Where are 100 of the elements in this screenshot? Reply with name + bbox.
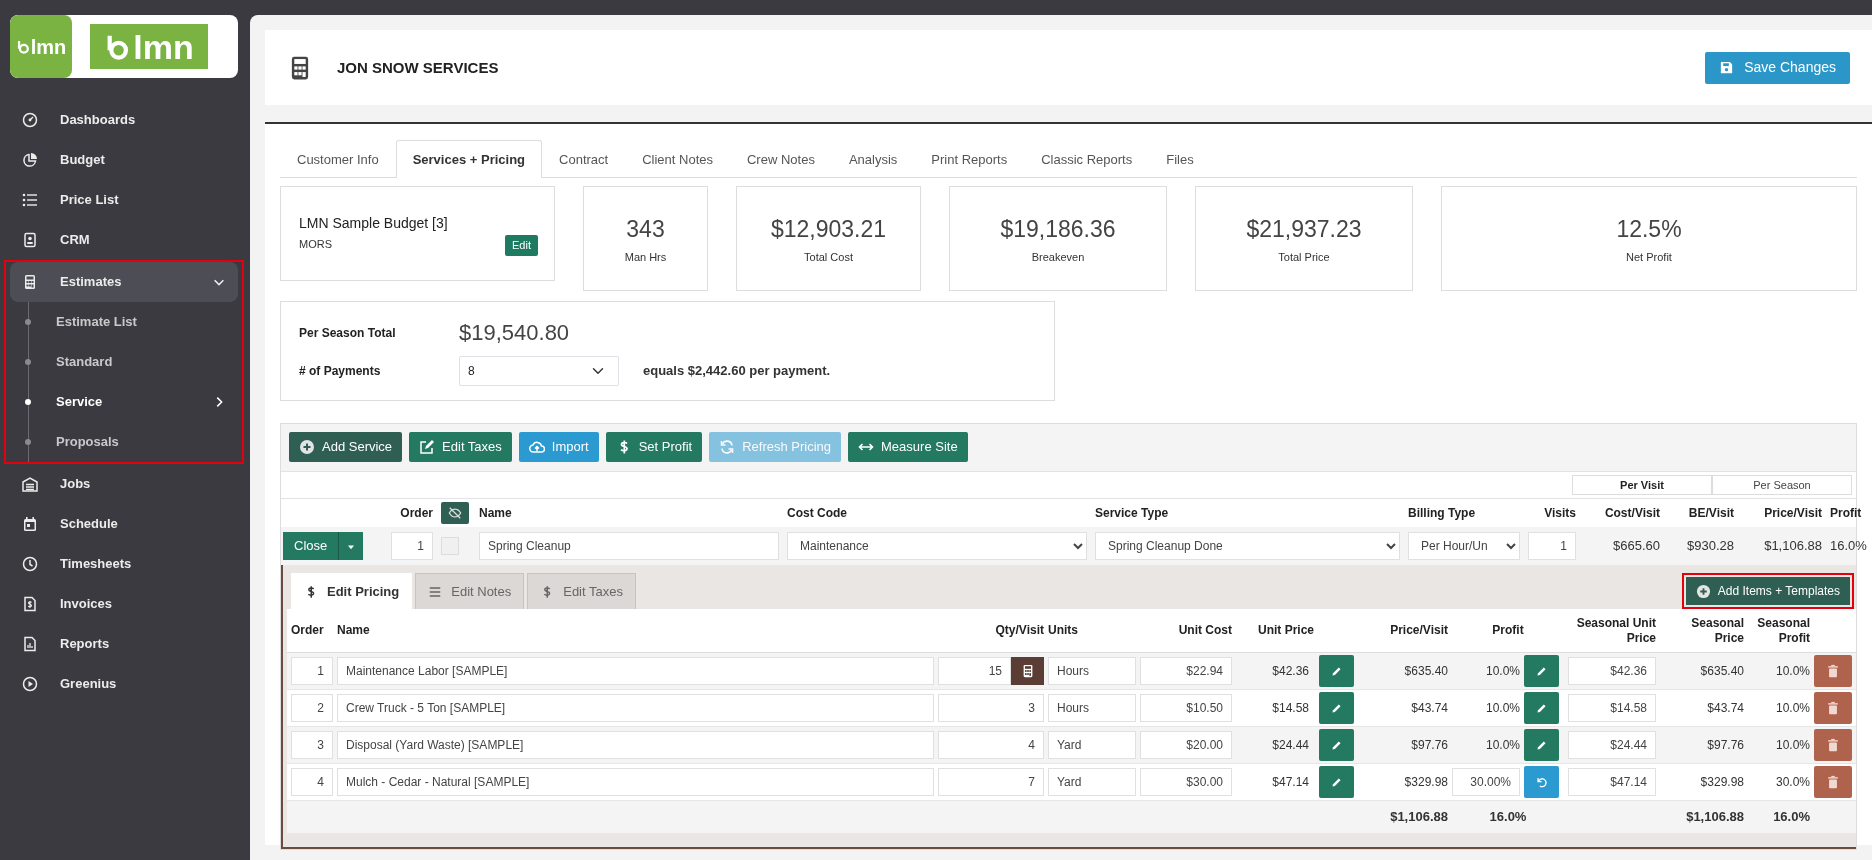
stat-value: $19,186.36 (1000, 215, 1116, 244)
units-field[interactable]: Hours (1048, 694, 1136, 722)
tab[interactable]: Analysis (831, 140, 915, 178)
sidebar-item[interactable]: Timesheets (10, 544, 238, 584)
order-field[interactable]: 2 (291, 694, 333, 722)
tab[interactable]: Contract (542, 140, 626, 178)
billing-type-select[interactable]: Per Hour/Un (1408, 532, 1520, 560)
season-total-value: $19,540.80 (459, 319, 571, 348)
edit-button[interactable] (1524, 729, 1559, 761)
service-type-select[interactable]: Spring Cleanup Done (1095, 532, 1400, 560)
sidebar-item[interactable]: Jobs (10, 464, 238, 504)
gauge-icon (22, 112, 38, 128)
seasonal-unit-price-field[interactable]: $24.44 (1568, 731, 1656, 759)
breakeven-per-visit: $930.28 (1686, 537, 1734, 556)
id-card-icon (22, 232, 38, 248)
edit-button[interactable]: Edit (505, 235, 538, 256)
tab[interactable]: Services + Pricing (395, 140, 543, 178)
sidebar-subitem[interactable]: Standard (10, 342, 238, 382)
stat-label: Man Hrs (624, 249, 667, 265)
sidebar-subitem[interactable]: Proposals (10, 422, 238, 462)
sidebar-item[interactable]: CRM (10, 220, 238, 260)
tab[interactable]: Customer Info (280, 140, 396, 178)
order-field[interactable]: 1 (391, 532, 433, 560)
play-icon (22, 676, 38, 692)
delete-button[interactable] (1814, 766, 1852, 798)
calculator-button[interactable] (1011, 657, 1044, 685)
stat-label: Total Price (1278, 249, 1330, 265)
edit-button[interactable] (1319, 729, 1354, 761)
tab[interactable]: Edit Taxes (527, 573, 636, 609)
tab[interactable]: Classic Reports (1024, 140, 1150, 178)
toolbar-button[interactable]: Measure Site (848, 432, 968, 462)
sidebar-item[interactable]: Estimates (10, 262, 238, 302)
order-field[interactable]: 1 (291, 657, 333, 685)
tab[interactable]: Edit Notes (415, 573, 525, 609)
unit-cost-field[interactable]: $20.00 (1140, 731, 1232, 759)
column-header: Price/Visit (1389, 623, 1448, 638)
undo-button[interactable] (1524, 766, 1559, 798)
column-header: Seasonal Price (1690, 615, 1744, 646)
payments-select[interactable]: 8 (459, 355, 619, 386)
hide-toggle-button[interactable] (441, 502, 469, 524)
delete-button[interactable] (1814, 729, 1852, 761)
stat-value: $21,937.23 (1246, 215, 1362, 244)
unit-cost-field[interactable]: $22.94 (1140, 657, 1232, 685)
view-toggle[interactable]: Per Visit (1572, 475, 1712, 495)
edit-button[interactable] (1524, 692, 1559, 724)
delete-button[interactable] (1814, 692, 1852, 724)
cost-code-select[interactable]: Maintenance (787, 532, 1087, 560)
name-field[interactable]: Spring Cleanup (479, 532, 779, 560)
unit-cost-field[interactable]: $10.50 (1140, 694, 1232, 722)
quantity-field[interactable]: 7 (938, 768, 1044, 796)
sidebar-item[interactable]: Price List (10, 180, 238, 220)
column-header: Order (291, 623, 325, 638)
toolbar-button[interactable]: Add Service (289, 432, 403, 462)
seasonal-unit-price-field[interactable]: $14.58 (1568, 694, 1656, 722)
order-field[interactable]: 4 (291, 768, 333, 796)
quantity-field[interactable]: 15 (938, 657, 1011, 685)
name-field[interactable]: Disposal (Yard Waste) [SAMPLE] (337, 731, 934, 759)
tab[interactable]: Print Reports (914, 140, 1025, 178)
quantity-field[interactable]: 3 (938, 694, 1044, 722)
close-button[interactable]: Close (283, 532, 339, 560)
toolbar-button[interactable]: Set Profit (605, 432, 703, 462)
view-toggle[interactable]: Per Season (1712, 475, 1852, 495)
seasonal-unit-price-field[interactable]: $47.14 (1568, 768, 1656, 796)
toolbar-button[interactable]: Edit Taxes (409, 432, 512, 462)
tab[interactable]: Edit Pricing (291, 573, 413, 609)
tab[interactable]: Files (1149, 140, 1211, 178)
eye-slash-icon (448, 506, 462, 520)
edit-button[interactable] (1524, 655, 1559, 687)
tab[interactable]: Crew Notes (730, 140, 832, 178)
tab[interactable]: Client Notes (625, 140, 730, 178)
sidebar-item[interactable]: Reports (10, 624, 238, 664)
profit-field[interactable]: 30.00% (1452, 768, 1520, 796)
delete-button[interactable] (1814, 655, 1852, 687)
dropdown-toggle-button[interactable] (338, 532, 364, 560)
sidebar-item[interactable]: Schedule (10, 504, 238, 544)
sidebar-subitem[interactable]: Estimate List (10, 302, 238, 342)
units-field[interactable]: Hours (1048, 657, 1136, 685)
seasonal-price: $97.76 (1706, 737, 1744, 754)
units-field[interactable]: Yard (1048, 768, 1136, 796)
edit-button[interactable] (1319, 766, 1354, 798)
trash-icon (1826, 775, 1840, 789)
seasonal-profit: 10.0% (1774, 700, 1810, 717)
sidebar-item[interactable]: Budget (10, 140, 238, 180)
visits-field[interactable]: 1 (1528, 532, 1576, 560)
sidebar-item[interactable]: Dashboards (10, 100, 238, 140)
add-items-button[interactable]: Add Items + Templates (1685, 577, 1850, 605)
quantity-field[interactable]: 4 (938, 731, 1044, 759)
sidebar-subitem[interactable]: Service (10, 382, 238, 422)
name-field[interactable]: Maintenance Labor [SAMPLE] (337, 657, 934, 685)
sidebar-item[interactable]: Greenius (10, 664, 238, 704)
unit-cost-field[interactable]: $30.00 (1140, 768, 1232, 796)
sidebar-item[interactable]: Invoices (10, 584, 238, 624)
edit-button[interactable] (1319, 692, 1354, 724)
seasonal-unit-price-field[interactable]: $42.36 (1568, 657, 1656, 685)
name-field[interactable]: Mulch - Cedar - Natural [SAMPLE] (337, 768, 934, 796)
edit-button[interactable] (1319, 655, 1354, 687)
column-header: Profit (1830, 505, 1862, 522)
units-field[interactable]: Yard (1048, 731, 1136, 759)
name-field[interactable]: Crew Truck - 5 Ton [SAMPLE] (337, 694, 934, 722)
order-field[interactable]: 3 (291, 731, 333, 759)
